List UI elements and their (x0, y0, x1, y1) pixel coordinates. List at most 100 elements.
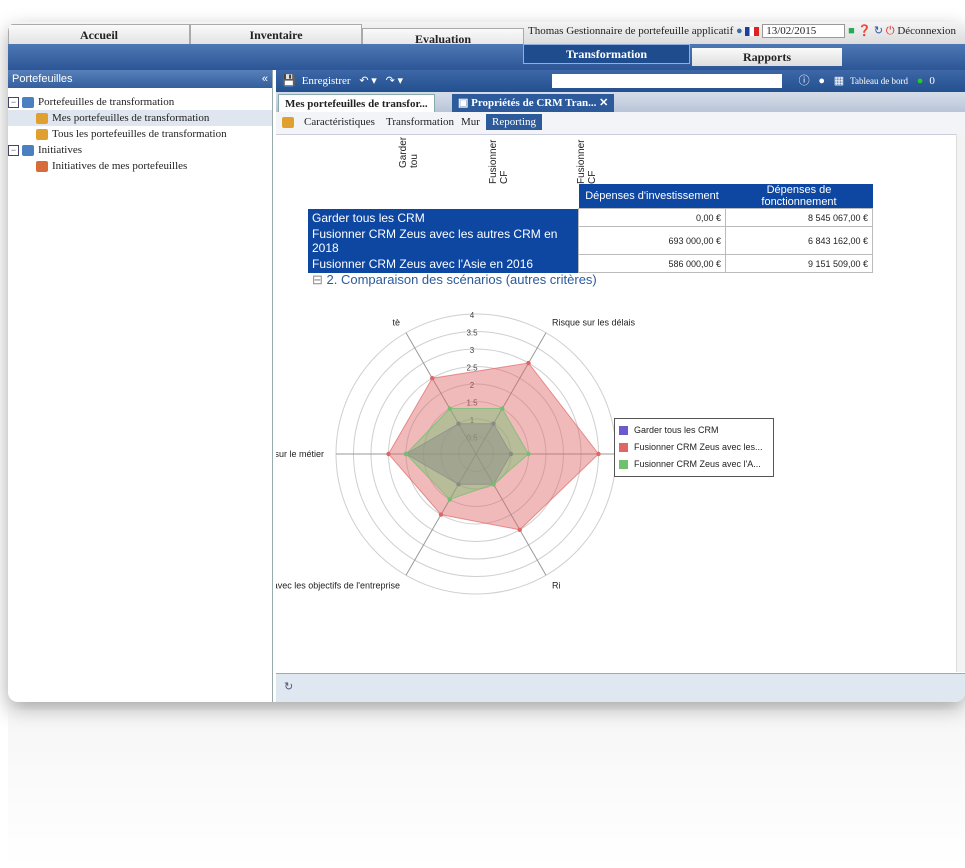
data-point (430, 376, 435, 381)
collapse-toggle-icon[interactable]: − (8, 96, 19, 108)
search-input[interactable] (551, 74, 782, 89)
redo-icon[interactable]: ↷ ▾ (386, 75, 404, 87)
user-info: Thomas Gestionnaire de portefeuille appl… (528, 24, 956, 38)
tick-label: 4 (470, 311, 475, 320)
window-reflection (8, 710, 965, 868)
sidebar-title: Portefeuilles « (8, 70, 272, 88)
application-window: Accueil Inventaire Evaluation Thomas Ges… (8, 22, 965, 702)
refresh-icon[interactable]: ↻ (284, 680, 293, 693)
document-tabs: Mes portefeuilles de transfor... ▣ Propr… (276, 92, 965, 114)
scenario-label: Fusionner CRM Zeus avec les autres CRM e… (308, 226, 579, 255)
fonct-value: 6 843 162,00 € (725, 226, 873, 255)
axis-label: Ri (552, 581, 561, 591)
tab-mur[interactable]: Mur (461, 116, 480, 128)
flag-icon[interactable] (745, 26, 760, 36)
undo-icon[interactable]: ↶ ▾ (359, 75, 377, 87)
section-title[interactable]: ⊟ 2. Comparaison des scénarios (autres c… (312, 272, 597, 288)
collapse-toggle-icon[interactable]: − (8, 144, 19, 156)
column-header: Dépenses de fonctionnement (725, 184, 873, 209)
tree-item-tous-portefeuilles[interactable]: Tous les portefeuilles de transformation (8, 126, 272, 142)
data-point (596, 451, 601, 457)
user-role: Gestionnaire de portefeuille applicatif (566, 25, 734, 37)
chart-legend: Garder tous les CRM Fusionner CRM Zeus a… (614, 418, 774, 477)
axis-label: Niveau d'adéquation avec les objectifs d… (276, 581, 400, 591)
nav-bar: Transformation Rapports (8, 44, 965, 70)
table-row: Fusionner CRM Zeus avec les autres CRM e… (308, 226, 873, 255)
sidebar: Portefeuilles « − Portefeuilles de transf… (8, 70, 273, 702)
table-row: Fusionner CRM Zeus avec l'Asie en 2016 5… (308, 254, 873, 273)
report-content: Garder tou Fusionner CF Fusionner CF Dép… (276, 134, 957, 672)
tree-item-portefeuilles[interactable]: − Portefeuilles de transformation (8, 94, 272, 110)
tab-inventaire[interactable]: Inventaire (190, 24, 362, 45)
dot-icon[interactable]: ● (818, 75, 825, 87)
folder-icon (36, 128, 48, 140)
invest-value: 693 000,00 € (578, 226, 726, 255)
dashboard-link[interactable]: Tableau de bord (850, 76, 908, 86)
rotated-column-label: Garder tou (398, 136, 420, 168)
tab-transformation-content[interactable]: Transformation (386, 116, 454, 128)
data-point (517, 527, 522, 532)
tab-proprietes[interactable]: ▣ Propriétés de CRM Tran... ✕ (452, 94, 615, 112)
user-name: Thomas (528, 25, 564, 37)
calendar-icon[interactable]: ■ (848, 25, 855, 37)
users-icon[interactable]: ● (736, 25, 743, 37)
refresh-icon[interactable]: ↻ (874, 25, 883, 37)
scenario-label: Garder tous les CRM (308, 208, 579, 227)
axis-label: Impact sur le métier (276, 449, 324, 459)
document-icon (36, 160, 48, 172)
collapse-toggle-icon[interactable]: ⊟ (312, 272, 323, 287)
data-point (438, 512, 444, 517)
count-badge: 0 (929, 75, 935, 87)
data-point (526, 451, 531, 457)
tab-caracteristiques[interactable]: Caractéristiques (304, 116, 375, 128)
tick-label: 3 (470, 346, 475, 355)
vertical-scrollbar[interactable] (956, 134, 965, 672)
tab-transformation[interactable]: Transformation (523, 44, 690, 64)
legend-item: Fusionner CRM Zeus avec l'A... (619, 456, 769, 473)
info-icon[interactable]: ⓘ (799, 75, 810, 87)
tree-item-mes-portefeuilles[interactable]: Mes portefeuilles de transformation (8, 110, 272, 126)
tree-item-initiatives[interactable]: − Initiatives (8, 142, 272, 158)
data-point (491, 482, 496, 487)
tab-rapports[interactable]: Rapports (692, 48, 842, 66)
data-point (447, 497, 452, 502)
invest-value: 0,00 € (578, 208, 726, 227)
fonct-value: 8 545 067,00 € (725, 208, 873, 227)
folder-icon (282, 116, 298, 128)
close-icon[interactable]: ✕ (599, 97, 608, 109)
data-point (386, 451, 391, 457)
power-icon[interactable]: ⏻ (886, 25, 895, 37)
document-icon: ▣ (458, 97, 469, 109)
logout-link[interactable]: Déconnexion (897, 25, 956, 37)
legend-swatch (619, 426, 628, 436)
collapse-icon[interactable]: « (262, 70, 268, 88)
table-row: Garder tous les CRM 0,00 € 8 545 067,00 … (308, 208, 873, 227)
dashboard-icon[interactable]: ▦ (834, 75, 844, 87)
rotated-column-label: Fusionner CF (576, 139, 598, 184)
save-icon[interactable]: 💾 (282, 75, 296, 87)
tree-item-initiatives-portefeuilles[interactable]: Initiatives de mes portefeuilles (8, 158, 272, 174)
help-icon[interactable]: ❓ (857, 25, 871, 37)
data-point (403, 451, 409, 457)
tick-label: 3.5 (466, 329, 478, 338)
date-field[interactable]: 13/02/2015 (762, 24, 846, 38)
legend-swatch (619, 460, 628, 470)
legend-item: Fusionner CRM Zeus avec les... (619, 439, 769, 456)
axis-label: tè (392, 317, 400, 327)
fonct-value: 9 151 509,00 € (725, 254, 873, 273)
invest-value: 586 000,00 € (578, 254, 726, 273)
tab-mes-portefeuilles[interactable]: Mes portefeuilles de transfor... (278, 94, 435, 114)
save-button[interactable]: Enregistrer (302, 75, 351, 87)
data-point (500, 406, 505, 411)
footer-bar: ↻ (276, 673, 965, 702)
legend-item: Garder tous les CRM (619, 422, 769, 439)
column-header: Dépenses d'investissement (578, 184, 726, 209)
toolbar: 💾 Enregistrer ↶ ▾ ↷ ▾ ⓘ ● ▦ Tableau de bor… (276, 70, 965, 109)
hierarchy-icon (22, 96, 34, 108)
content-tabs: Caractéristiques Transformation Mur Repo… (276, 112, 965, 135)
user-status-icon[interactable]: ● (917, 75, 924, 87)
tab-reporting[interactable]: Reporting (486, 114, 542, 130)
axis-label: Risque sur les délais (552, 317, 636, 327)
folder-icon (36, 112, 48, 124)
tab-accueil[interactable]: Accueil (8, 24, 190, 45)
